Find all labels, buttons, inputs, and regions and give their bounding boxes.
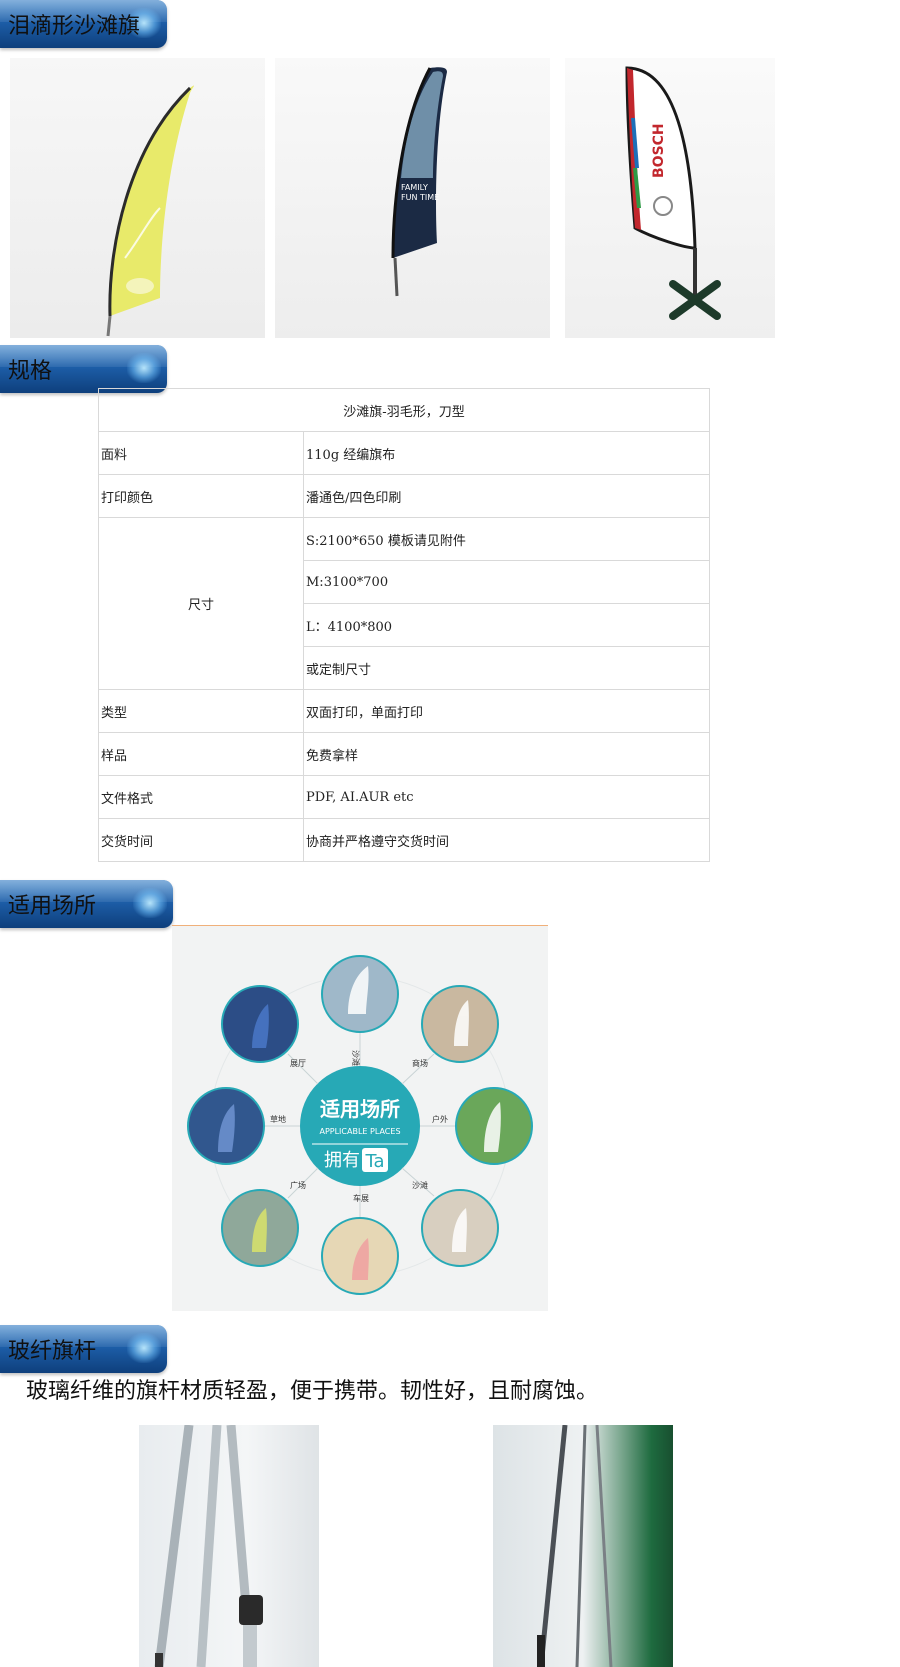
table-value: 双面打印，单面打印 [303, 689, 710, 733]
places-subtitle: APPLICABLE PLACES [319, 1127, 400, 1136]
flag-text-2: FUN TIME [401, 193, 439, 202]
place-label: 户外 [432, 1114, 448, 1124]
place-label: 广场 [290, 1180, 306, 1190]
section-title: 规格 [8, 359, 53, 384]
flag-brand: BOSCH [651, 123, 667, 178]
places-brand: Ta [364, 1151, 384, 1172]
section-header-pole: 玻纤旗杆 [0, 1325, 167, 1373]
applicable-places-graphic: 适用场所 APPLICABLE PLACES 拥有 Ta 沙滩 商场 户外 沙滩… [172, 925, 548, 1311]
place-label: 商场 [412, 1058, 428, 1068]
table-label: 打印颜色 [98, 474, 304, 518]
table-value: PDF, AI.AUR etc [303, 775, 710, 819]
table-value: 免费拿样 [303, 732, 710, 776]
pole-photo-1 [139, 1425, 319, 1667]
section-header-teardrop-flag: 泪滴形沙滩旗 [0, 0, 167, 48]
pole-description: 玻璃纤维的旗杆材质轻盈，便于携带。韧性好，且耐腐蚀。 [26, 1379, 599, 1404]
place-label: 沙滩 [351, 1050, 361, 1066]
places-title: 适用场所 [320, 1097, 400, 1121]
table-row: 打印颜色 潘通色/四色印刷 [98, 474, 710, 518]
table-value: 或定制尺寸 [303, 646, 710, 690]
table-row: 交货时间 协商并严格遵守交货时间 [98, 818, 710, 862]
table-row: 样品 免费拿样 [98, 732, 710, 776]
table-value: S:2100*650 模板请见附件 [303, 517, 710, 561]
table-label: 面料 [98, 431, 304, 475]
table-row: 尺寸 S:2100*650 模板请见附件 [98, 517, 710, 690]
table-label: 类型 [98, 689, 304, 733]
section-title: 玻纤旗杆 [8, 1339, 97, 1364]
table-value: 协商并严格遵守交货时间 [303, 818, 710, 862]
section-title: 适用场所 [8, 894, 97, 919]
table-value: 潘通色/四色印刷 [303, 474, 710, 518]
table-value: L：4100*800 [303, 603, 710, 647]
table-value: M:3100*700 [303, 560, 710, 604]
pole-photo-2 [493, 1425, 673, 1667]
table-label: 尺寸 [98, 517, 304, 690]
spec-table: 沙滩旗-羽毛形，刀型 面料 110g 经编旗布 打印颜色 潘通色/四色印刷 尺寸… [98, 388, 710, 862]
section-title: 泪滴形沙滩旗 [8, 14, 141, 39]
place-label: 沙滩 [412, 1180, 428, 1190]
table-row: 面料 110g 经编旗布 [98, 431, 710, 475]
place-label: 草地 [270, 1114, 286, 1124]
flag-photo-yellow [10, 58, 265, 338]
section-header-spec: 规格 [0, 345, 167, 393]
table-row: 沙滩旗-羽毛形，刀型 [98, 388, 710, 432]
table-row: 类型 双面打印，单面打印 [98, 689, 710, 733]
table-label: 交货时间 [98, 818, 304, 862]
table-label: 文件格式 [98, 775, 304, 819]
section-header-places: 适用场所 [0, 880, 173, 928]
table-label: 样品 [98, 732, 304, 776]
table-row: 文件格式 PDF, AI.AUR etc [98, 775, 710, 819]
table-title: 沙滩旗-羽毛形，刀型 [98, 388, 710, 432]
places-slogan: 拥有 [324, 1150, 360, 1171]
flag-text-1: FAMILY [401, 183, 428, 192]
place-label: 展厅 [290, 1059, 306, 1068]
flag-photo-bosch: BOSCH [565, 58, 775, 338]
flag-photo-family: FAMILY FUN TIME [275, 58, 550, 338]
table-value: 110g 经编旗布 [303, 431, 710, 475]
place-label: 车展 [353, 1193, 369, 1203]
